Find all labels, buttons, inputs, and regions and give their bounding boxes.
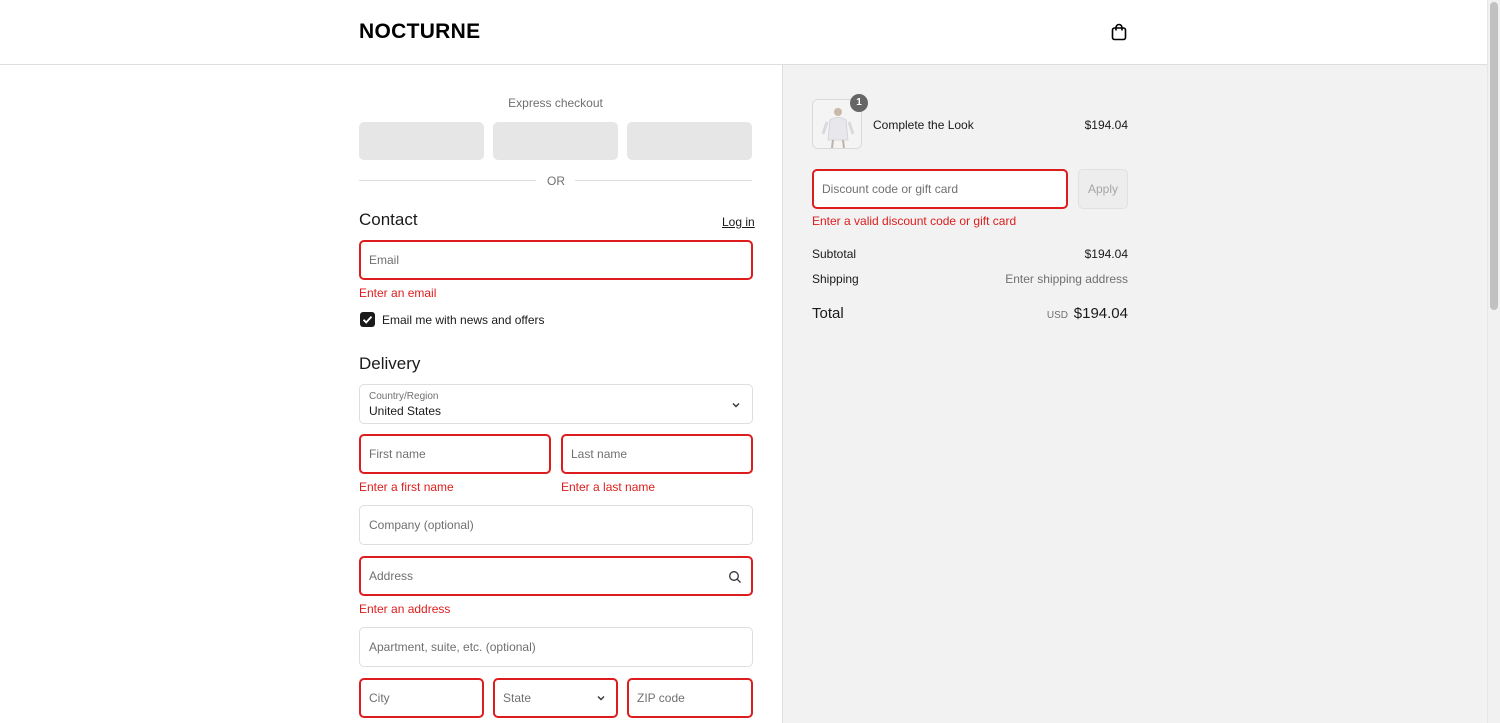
contact-heading: Contact <box>359 210 418 229</box>
state-placeholder: State <box>503 691 532 705</box>
first-name-placeholder: First name <box>369 447 426 461</box>
product-name: Complete the Look <box>873 118 974 132</box>
express-pay-button-1[interactable] <box>359 122 484 160</box>
order-summary-panel <box>782 65 1487 723</box>
discount-error: Enter a valid discount code or gift card <box>812 214 1017 228</box>
chevron-down-icon <box>732 403 740 408</box>
divider-right <box>575 180 752 181</box>
state-select[interactable]: State <box>493 678 618 718</box>
or-divider-text: OR <box>547 174 565 188</box>
delivery-heading: Delivery <box>359 354 421 373</box>
address-placeholder: Address <box>369 569 414 583</box>
page-scrollbar[interactable] <box>1487 0 1500 723</box>
chevron-down-icon <box>597 696 605 701</box>
store-logo[interactable]: NOCTURNE <box>359 20 480 44</box>
country-select[interactable]: Country/Region United States <box>359 384 753 424</box>
apply-discount-button[interactable]: Apply <box>1078 169 1128 209</box>
city-field[interactable]: City <box>359 678 484 718</box>
company-field[interactable]: Company (optional) <box>359 505 753 545</box>
email-placeholder: Email <box>369 253 400 267</box>
subtotal-value: $194.04 <box>1084 247 1128 261</box>
apartment-placeholder: Apartment, suite, etc. (optional) <box>369 640 536 654</box>
zip-placeholder: ZIP code <box>637 691 685 705</box>
subtotal-label: Subtotal <box>812 247 857 261</box>
login-link[interactable]: Log in <box>722 215 755 229</box>
zip-field[interactable]: ZIP code <box>627 678 753 718</box>
quantity-badge: 1 <box>850 94 868 112</box>
discount-code-field[interactable]: Discount code or gift card <box>812 169 1068 209</box>
scrollbar-thumb[interactable] <box>1490 2 1498 310</box>
last-name-placeholder: Last name <box>571 447 628 461</box>
express-pay-button-3[interactable] <box>627 122 752 160</box>
discount-placeholder: Discount code or gift card <box>822 182 959 196</box>
divider-left <box>359 180 536 181</box>
express-checkout-label: Express checkout <box>508 96 603 110</box>
apartment-field[interactable]: Apartment, suite, etc. (optional) <box>359 627 753 667</box>
first-name-error: Enter a first name <box>359 480 454 494</box>
shipping-label: Shipping <box>812 272 859 286</box>
site-header: NOCTURNE <box>0 0 1487 65</box>
product-price: $194.04 <box>1084 118 1128 132</box>
shipping-value: Enter shipping address <box>1005 272 1128 286</box>
city-placeholder: City <box>369 691 390 705</box>
cart-button[interactable] <box>1109 22 1129 42</box>
newsletter-label: Email me with news and offers <box>382 313 545 327</box>
email-field[interactable]: Email <box>359 240 753 280</box>
last-name-error: Enter a last name <box>561 480 656 494</box>
address-field[interactable]: Address <box>359 556 753 596</box>
last-name-field[interactable]: Last name <box>561 434 753 474</box>
total-label: Total <box>812 305 844 322</box>
newsletter-checkbox[interactable] <box>360 312 375 327</box>
shopping-bag-icon <box>1111 23 1127 41</box>
total-value: $194.04 <box>1073 305 1128 322</box>
express-pay-button-2[interactable] <box>493 122 618 160</box>
first-name-field[interactable]: First name <box>359 434 551 474</box>
country-label: Country/Region <box>369 391 439 402</box>
address-error: Enter an address <box>359 602 451 616</box>
country-value: United States <box>369 404 442 418</box>
search-icon <box>729 571 741 583</box>
company-placeholder: Company (optional) <box>369 518 474 532</box>
checkmark-icon <box>362 315 373 324</box>
email-error: Enter an email <box>359 286 437 300</box>
